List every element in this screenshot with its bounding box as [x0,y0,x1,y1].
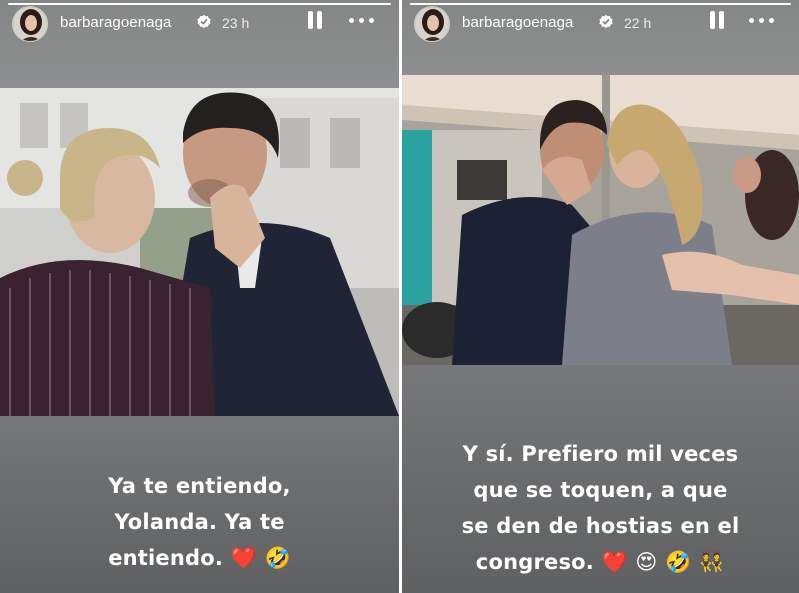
more-options-icon[interactable] [747,9,777,31]
avatar[interactable] [12,6,48,42]
username[interactable]: barbaragoenaga [462,14,574,31]
caption-line: Y sí. Prefiero mil veces [462,442,739,466]
laughing-emoji: 🤣 [264,546,291,570]
caption-line: se den de hostias en el [461,514,740,538]
pause-icon[interactable] [305,9,325,31]
story-left[interactable]: barbaragoenaga 23 h Ya te entiendo, Yola… [0,0,399,593]
post-time: 23 h [222,15,250,31]
story-progress-bar [410,3,791,5]
story-photo [402,75,799,365]
post-time: 22 h [624,15,652,31]
pause-icon[interactable] [707,9,727,31]
story-header: barbaragoenaga 22 h [402,6,799,42]
caption-line: Yolanda. Ya te [114,510,285,534]
story-progress-fill [8,3,391,5]
avatar[interactable] [414,6,450,42]
story-caption: Ya te entiendo, Yolanda. Ya te entiendo.… [0,468,399,576]
verified-badge-icon [598,14,614,30]
heart-emoji: ❤️ [230,546,257,570]
caption-line: que se toquen, a que [473,478,728,502]
story-progress-bar [8,3,391,5]
heart-eyes-emoji: 😍 [635,550,658,574]
verified-badge-icon [196,14,212,30]
caption-line: Ya te entiendo, [108,474,291,498]
dancers-emoji: 👯 [698,550,726,574]
story-photo [0,88,399,416]
story-right[interactable]: barbaragoenaga 22 h Y sí. Prefiero mil v… [402,0,799,593]
caption-line: entiendo. ❤️ 🤣 [108,546,291,570]
laughing-emoji: 🤣 [664,550,692,574]
story-header: barbaragoenaga 23 h [0,6,399,42]
caption-line: congreso. ❤️ 😍 🤣 👯 [475,550,726,574]
story-caption: Y sí. Prefiero mil veces que se toquen, … [402,436,799,580]
username[interactable]: barbaragoenaga [60,14,172,31]
more-options-icon[interactable] [347,9,377,31]
story-progress-fill [410,3,791,5]
heart-emoji: ❤️ [601,550,628,574]
